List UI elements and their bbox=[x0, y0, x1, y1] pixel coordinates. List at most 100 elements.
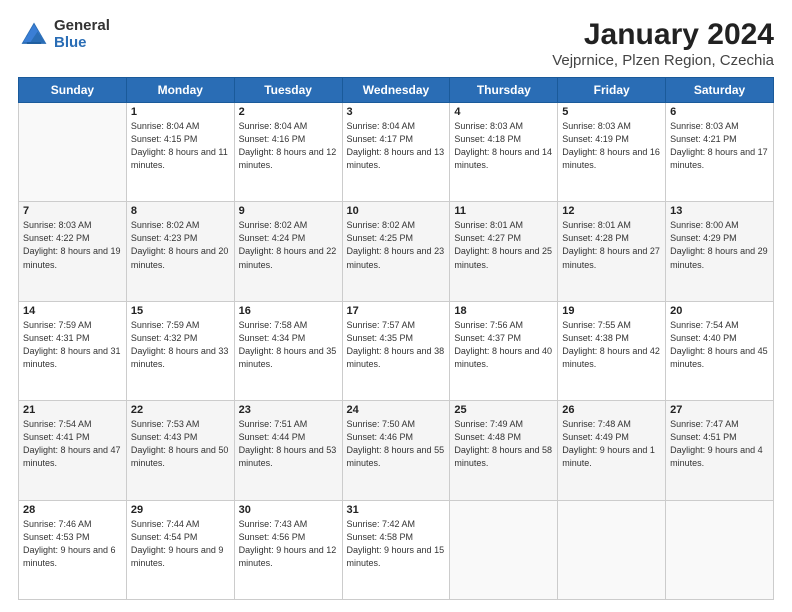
day-number: 13 bbox=[670, 205, 769, 217]
day-info: Sunrise: 7:50 AMSunset: 4:46 PMDaylight:… bbox=[347, 418, 446, 470]
calendar-day-cell: 1 Sunrise: 8:04 AMSunset: 4:15 PMDaylight… bbox=[126, 103, 234, 202]
calendar-day-cell: 4 Sunrise: 8:03 AMSunset: 4:18 PMDaylight… bbox=[450, 103, 558, 202]
calendar-day-cell: 18 Sunrise: 7:56 AMSunset: 4:37 PMDayligh… bbox=[450, 301, 558, 400]
day-number: 23 bbox=[239, 404, 338, 416]
logo: General Blue bbox=[18, 18, 110, 51]
day-number: 1 bbox=[131, 106, 230, 118]
calendar-day-cell: 27 Sunrise: 7:47 AMSunset: 4:51 PMDayligh… bbox=[666, 401, 774, 500]
calendar-day-cell: 21 Sunrise: 7:54 AMSunset: 4:41 PMDayligh… bbox=[19, 401, 127, 500]
weekday-header-wednesday: Wednesday bbox=[342, 78, 450, 103]
day-info: Sunrise: 7:49 AMSunset: 4:48 PMDaylight:… bbox=[454, 418, 553, 470]
day-number: 8 bbox=[131, 205, 230, 217]
day-number: 20 bbox=[670, 305, 769, 317]
day-number: 27 bbox=[670, 404, 769, 416]
day-number: 25 bbox=[454, 404, 553, 416]
calendar-day-cell: 30 Sunrise: 7:43 AMSunset: 4:56 PMDayligh… bbox=[234, 500, 342, 599]
calendar-day-cell: 7 Sunrise: 8:03 AMSunset: 4:22 PMDaylight… bbox=[19, 202, 127, 301]
calendar-day-cell: 15Sunrise: 7:59 AMSunset: 4:32 PMDayligh… bbox=[126, 301, 234, 400]
day-number: 7 bbox=[23, 205, 122, 217]
calendar-day-cell: 13 Sunrise: 8:00 AMSunset: 4:29 PMDayligh… bbox=[666, 202, 774, 301]
day-number: 26 bbox=[562, 404, 661, 416]
calendar-day-cell: 19 Sunrise: 7:55 AMSunset: 4:38 PMDayligh… bbox=[558, 301, 666, 400]
day-number: 30 bbox=[239, 504, 338, 516]
calendar-day-cell: 10Sunrise: 8:02 AMSunset: 4:25 PMDayligh… bbox=[342, 202, 450, 301]
page: General Blue January 2024 Vejprnice, Plz… bbox=[0, 0, 792, 612]
title-block: January 2024 Vejprnice, Plzen Region, Cz… bbox=[552, 18, 774, 69]
day-info: Sunrise: 8:04 AMSunset: 4:15 PMDaylight:… bbox=[131, 120, 230, 172]
calendar-day-cell bbox=[450, 500, 558, 599]
day-info: Sunrise: 8:02 AMSunset: 4:23 PMDaylight:… bbox=[131, 219, 230, 271]
calendar-week-row: 28Sunrise: 7:46 AMSunset: 4:53 PMDayligh… bbox=[19, 500, 774, 599]
logo-text: General Blue bbox=[54, 18, 110, 51]
day-info: Sunrise: 8:01 AMSunset: 4:27 PMDaylight:… bbox=[454, 219, 553, 271]
day-number: 31 bbox=[347, 504, 446, 516]
calendar-day-cell: 3 Sunrise: 8:04 AMSunset: 4:17 PMDaylight… bbox=[342, 103, 450, 202]
calendar-day-cell: 6Sunrise: 8:03 AMSunset: 4:21 PMDaylight… bbox=[666, 103, 774, 202]
day-info: Sunrise: 7:53 AMSunset: 4:43 PMDaylight:… bbox=[131, 418, 230, 470]
calendar-week-row: 14 Sunrise: 7:59 AMSunset: 4:31 PMDayligh… bbox=[19, 301, 774, 400]
calendar-week-row: 7 Sunrise: 8:03 AMSunset: 4:22 PMDaylight… bbox=[19, 202, 774, 301]
calendar-day-cell: 25 Sunrise: 7:49 AMSunset: 4:48 PMDayligh… bbox=[450, 401, 558, 500]
calendar-day-cell bbox=[558, 500, 666, 599]
day-number: 6 bbox=[670, 106, 769, 118]
calendar-day-cell bbox=[666, 500, 774, 599]
day-info: Sunrise: 7:42 AMSunset: 4:58 PMDaylight:… bbox=[347, 518, 446, 570]
day-info: Sunrise: 8:00 AMSunset: 4:29 PMDaylight:… bbox=[670, 219, 769, 271]
day-number: 22 bbox=[131, 404, 230, 416]
day-info: Sunrise: 7:44 AMSunset: 4:54 PMDaylight:… bbox=[131, 518, 230, 570]
day-number: 4 bbox=[454, 106, 553, 118]
calendar-day-cell: 29 Sunrise: 7:44 AMSunset: 4:54 PMDayligh… bbox=[126, 500, 234, 599]
day-info: Sunrise: 8:04 AMSunset: 4:16 PMDaylight:… bbox=[239, 120, 338, 172]
day-info: Sunrise: 8:04 AMSunset: 4:17 PMDaylight:… bbox=[347, 120, 446, 172]
day-info: Sunrise: 7:47 AMSunset: 4:51 PMDaylight:… bbox=[670, 418, 769, 470]
day-number: 15 bbox=[131, 305, 230, 317]
weekday-header-monday: Monday bbox=[126, 78, 234, 103]
logo-blue-text: Blue bbox=[54, 35, 110, 52]
day-number: 16 bbox=[239, 305, 338, 317]
day-number: 18 bbox=[454, 305, 553, 317]
calendar-day-cell: 12Sunrise: 8:01 AMSunset: 4:28 PMDayligh… bbox=[558, 202, 666, 301]
day-info: Sunrise: 7:54 AMSunset: 4:41 PMDaylight:… bbox=[23, 418, 122, 470]
calendar-day-cell: 24 Sunrise: 7:50 AMSunset: 4:46 PMDayligh… bbox=[342, 401, 450, 500]
day-number: 24 bbox=[347, 404, 446, 416]
day-info: Sunrise: 7:48 AMSunset: 4:49 PMDaylight:… bbox=[562, 418, 661, 470]
calendar-day-cell: 28Sunrise: 7:46 AMSunset: 4:53 PMDayligh… bbox=[19, 500, 127, 599]
calendar-day-cell: 9Sunrise: 8:02 AMSunset: 4:24 PMDaylight… bbox=[234, 202, 342, 301]
day-number: 3 bbox=[347, 106, 446, 118]
calendar-day-cell: 31 Sunrise: 7:42 AMSunset: 4:58 PMDayligh… bbox=[342, 500, 450, 599]
logo-icon bbox=[18, 19, 50, 51]
calendar-day-cell: 20Sunrise: 7:54 AMSunset: 4:40 PMDayligh… bbox=[666, 301, 774, 400]
day-number: 12 bbox=[562, 205, 661, 217]
day-number: 21 bbox=[23, 404, 122, 416]
day-info: Sunrise: 8:03 AMSunset: 4:22 PMDaylight:… bbox=[23, 219, 122, 271]
day-number: 17 bbox=[347, 305, 446, 317]
calendar-table: SundayMondayTuesdayWednesdayThursdayFrid… bbox=[18, 77, 774, 600]
calendar-week-row: 21 Sunrise: 7:54 AMSunset: 4:41 PMDayligh… bbox=[19, 401, 774, 500]
day-number: 9 bbox=[239, 205, 338, 217]
day-number: 14 bbox=[23, 305, 122, 317]
calendar-day-cell: 22 Sunrise: 7:53 AMSunset: 4:43 PMDayligh… bbox=[126, 401, 234, 500]
page-subtitle: Vejprnice, Plzen Region, Czechia bbox=[552, 52, 774, 69]
day-number: 29 bbox=[131, 504, 230, 516]
calendar-day-cell: 8 Sunrise: 8:02 AMSunset: 4:23 PMDaylight… bbox=[126, 202, 234, 301]
calendar-day-cell bbox=[19, 103, 127, 202]
day-info: Sunrise: 7:55 AMSunset: 4:38 PMDaylight:… bbox=[562, 319, 661, 371]
day-number: 19 bbox=[562, 305, 661, 317]
day-info: Sunrise: 7:58 AMSunset: 4:34 PMDaylight:… bbox=[239, 319, 338, 371]
day-number: 2 bbox=[239, 106, 338, 118]
calendar-day-cell: 26 Sunrise: 7:48 AMSunset: 4:49 PMDayligh… bbox=[558, 401, 666, 500]
calendar-day-cell: 17Sunrise: 7:57 AMSunset: 4:35 PMDayligh… bbox=[342, 301, 450, 400]
day-info: Sunrise: 7:59 AMSunset: 4:31 PMDaylight:… bbox=[23, 319, 122, 371]
weekday-header-friday: Friday bbox=[558, 78, 666, 103]
page-title: January 2024 bbox=[552, 18, 774, 52]
day-info: Sunrise: 7:56 AMSunset: 4:37 PMDaylight:… bbox=[454, 319, 553, 371]
day-info: Sunrise: 7:43 AMSunset: 4:56 PMDaylight:… bbox=[239, 518, 338, 570]
weekday-header-thursday: Thursday bbox=[450, 78, 558, 103]
weekday-header-sunday: Sunday bbox=[19, 78, 127, 103]
calendar-day-cell: 14 Sunrise: 7:59 AMSunset: 4:31 PMDayligh… bbox=[19, 301, 127, 400]
day-number: 28 bbox=[23, 504, 122, 516]
calendar-day-cell: 2 Sunrise: 8:04 AMSunset: 4:16 PMDaylight… bbox=[234, 103, 342, 202]
calendar-day-cell: 11 Sunrise: 8:01 AMSunset: 4:27 PMDayligh… bbox=[450, 202, 558, 301]
day-info: Sunrise: 8:03 AMSunset: 4:18 PMDaylight:… bbox=[454, 120, 553, 172]
day-number: 11 bbox=[454, 205, 553, 217]
